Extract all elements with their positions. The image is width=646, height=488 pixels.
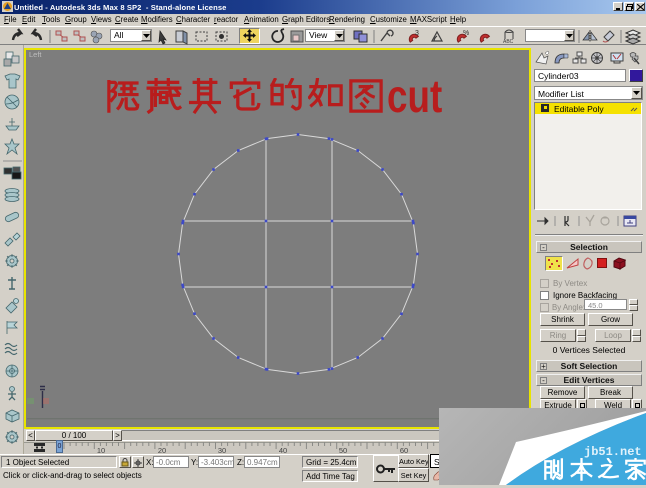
svg-text:%: % xyxy=(463,30,469,37)
svg-text:50: 50 xyxy=(339,446,347,454)
svg-text:3: 3 xyxy=(415,30,419,37)
svg-text:10: 10 xyxy=(97,446,105,454)
svg-text:40: 40 xyxy=(279,446,287,454)
svg-text:ABC: ABC xyxy=(503,39,514,45)
svg-text:20: 20 xyxy=(158,446,166,454)
svg-text:30: 30 xyxy=(218,446,226,454)
svg-text:60: 60 xyxy=(400,446,408,454)
